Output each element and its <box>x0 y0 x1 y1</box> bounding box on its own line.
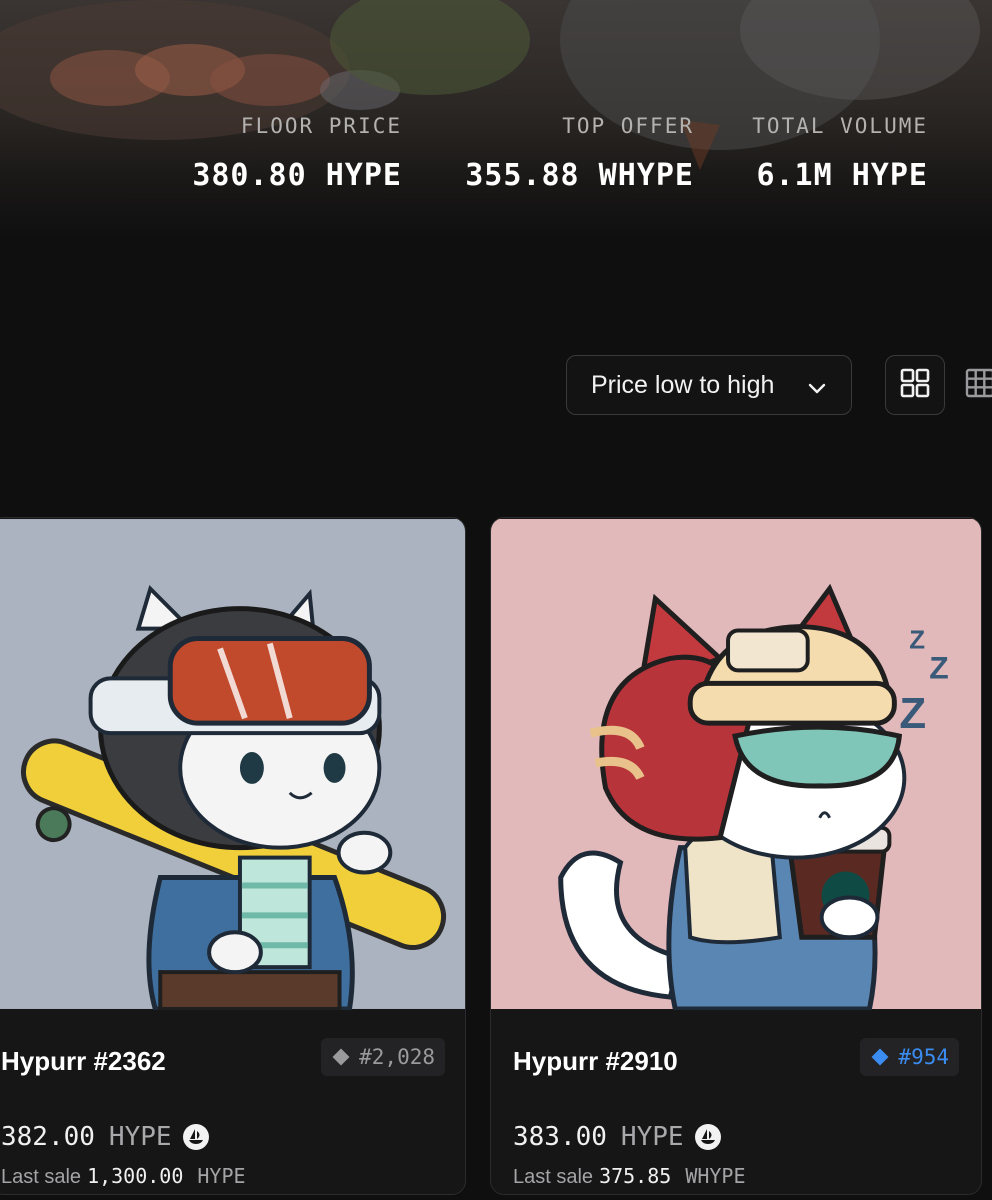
rarity-rank-badge: #2,028 <box>321 1038 445 1076</box>
nft-card[interactable]: Z Z Z Hypurr #2910 #954 383.00 HYPE Last… <box>490 517 982 1195</box>
stat-label: TOP OFFER <box>562 114 694 138</box>
stat-value: 380.80 HYPE <box>192 158 402 193</box>
sort-dropdown[interactable]: Price low to high <box>566 355 852 415</box>
diamond-icon <box>332 1048 350 1066</box>
stat-total-volume: TOTAL VOLUME 6.1M HYPE <box>752 114 928 193</box>
last-sale-label: Last sale <box>513 1166 594 1188</box>
grid-2x2-icon <box>900 368 930 403</box>
listing-currency: HYPE <box>620 1122 684 1152</box>
stat-value: 6.1M HYPE <box>756 158 928 193</box>
rarity-rank: #2,028 <box>359 1045 435 1069</box>
collection-banner: FLOOR PRICE 380.80 HYPE TOP OFFER 355.88… <box>0 0 992 240</box>
stat-label: FLOOR PRICE <box>240 114 402 138</box>
listing-currency: HYPE <box>108 1122 172 1152</box>
stat-value: 355.88 WHYPE <box>465 158 694 193</box>
stat-top-offer: TOP OFFER 355.88 WHYPE <box>465 114 694 193</box>
opensea-icon <box>182 1124 209 1150</box>
card-info: Hypurr #2910 #954 383.00 HYPE Last sale … <box>491 1010 981 1194</box>
artwork-sleep-glyph: Z <box>909 626 925 654</box>
last-sale-label: Last sale <box>1 1166 82 1188</box>
nft-artwork[interactable] <box>0 518 465 1010</box>
sort-selected-label: Price low to high <box>591 370 775 399</box>
chevron-down-icon <box>807 376 827 405</box>
last-sale-currency: WHYPE <box>685 1164 746 1188</box>
opensea-icon <box>694 1124 721 1150</box>
artwork-sleep-glyph: Z <box>929 649 948 685</box>
last-sale-row: Last sale 375.85 WHYPE <box>513 1164 746 1189</box>
price-row: 382.00 HYPE <box>1 1122 210 1152</box>
stat-floor-price: FLOOR PRICE 380.80 HYPE <box>192 114 402 193</box>
nft-card[interactable]: Hypurr #2362 #2,028 382.00 HYPE Last sal… <box>0 517 466 1195</box>
rarity-rank: #954 <box>898 1045 949 1069</box>
rarity-rank-badge: #954 <box>860 1038 959 1076</box>
grid-3x3-icon <box>965 368 992 403</box>
price-row: 383.00 HYPE <box>513 1122 722 1152</box>
listing-price: 383.00 <box>513 1122 607 1152</box>
small-grid-view-button[interactable] <box>950 355 992 415</box>
stat-label: TOTAL VOLUME <box>752 114 928 138</box>
last-sale-row: Last sale 1,300.00 HYPE <box>1 1164 246 1189</box>
card-info: Hypurr #2362 #2,028 382.00 HYPE Last sal… <box>0 1010 465 1194</box>
last-sale-currency: HYPE <box>197 1164 246 1188</box>
last-sale-value: 1,300.00 <box>87 1164 184 1188</box>
large-grid-view-button[interactable] <box>885 355 945 415</box>
nft-name[interactable]: Hypurr #2910 <box>513 1046 678 1077</box>
artwork-sleep-glyph: Z <box>899 689 926 738</box>
diamond-icon <box>871 1048 889 1066</box>
listing-price: 382.00 <box>1 1122 95 1152</box>
nft-name[interactable]: Hypurr #2362 <box>1 1046 166 1077</box>
nft-artwork[interactable]: Z Z Z <box>491 518 981 1010</box>
last-sale-value: 375.85 <box>599 1164 672 1188</box>
